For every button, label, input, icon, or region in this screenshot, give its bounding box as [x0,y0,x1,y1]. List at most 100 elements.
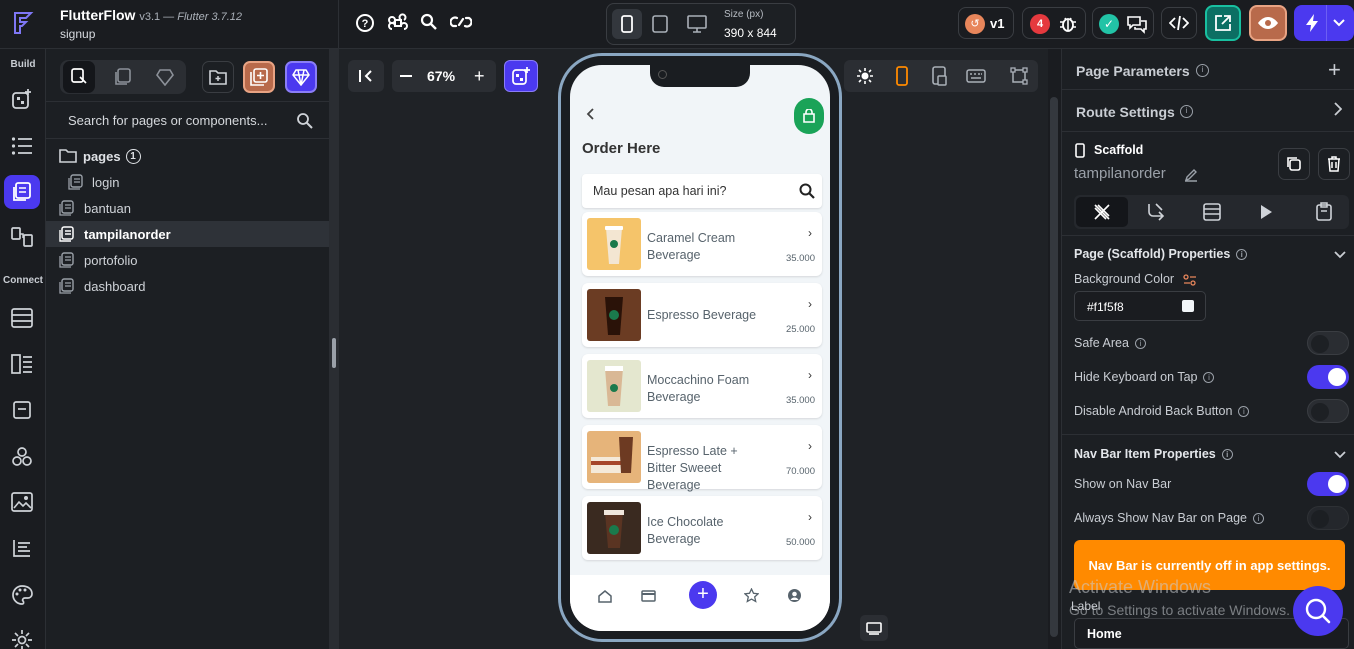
disable-back-toggle[interactable] [1307,399,1349,423]
back-arrow-icon[interactable] [586,108,596,120]
desktop-device-button[interactable] [687,15,707,33]
panel-splitter[interactable] [329,49,339,649]
pages-mode-icon[interactable] [63,61,95,93]
splitter-handle[interactable] [332,338,336,368]
storyboard-icon[interactable] [9,224,35,250]
route-settings-row[interactable]: Route Settings i [1062,90,1354,132]
bounding-box-icon[interactable] [1010,67,1028,85]
delete-trash-icon[interactable] [1318,148,1350,180]
duplicate-icon[interactable] [1278,148,1310,180]
navbar-properties-title[interactable]: Nav Bar Item Properties i [1074,447,1233,461]
preview-eye-icon[interactable] [1249,5,1287,41]
chat-support-icon[interactable] [1293,586,1343,636]
product-card[interactable]: Ice Chocolate Beverage › 50.000 [582,496,822,560]
page-search-input[interactable]: Search for pages or components... [68,113,267,128]
size-value[interactable]: 390 x 844 [724,26,777,40]
page-item-dashboard[interactable]: dashboard [46,273,329,299]
keyboard-icon[interactable] [966,69,986,83]
status-chip[interactable]: ✓ [1092,7,1154,39]
label-field-value[interactable]: Home [1087,627,1122,641]
storage-icon[interactable] [9,397,35,423]
add-folder-icon[interactable] [202,61,234,93]
zoom-level[interactable]: 67% [427,68,455,84]
code-icon[interactable] [1161,7,1197,39]
scrollbar-thumb[interactable] [1050,97,1058,637]
settings-gear-icon[interactable] [9,627,35,649]
flutterflow-logo-icon[interactable] [10,10,36,36]
pages-folder[interactable]: pages 1 [46,143,329,169]
tab-backend-query-icon[interactable] [1202,202,1222,222]
media-assets-icon[interactable] [9,489,35,515]
background-color-field[interactable]: #f1f5f8 [1074,291,1206,321]
chevron-down-icon[interactable] [1333,18,1345,28]
tab-actions-icon[interactable] [1146,202,1166,222]
version-chip[interactable]: ↺ v1 [958,7,1014,39]
product-card[interactable]: Caramel Cream Beverage › 35.000 [582,212,822,276]
tab-state-icon[interactable] [1315,202,1333,222]
add-widget-icon[interactable] [9,86,35,112]
add-page-icon[interactable] [243,61,275,93]
add-widget-canvas-icon[interactable] [504,60,538,92]
product-card[interactable]: Espresso Late + Bitter Sweeet Beverage ›… [582,425,822,492]
product-card[interactable]: Espresso Beverage › 25.000 [582,283,822,347]
product-card[interactable]: Moccachino Foam Beverage › 35.000 [582,354,822,418]
order-search-field[interactable]: Mau pesan apa hari ini? [582,174,822,208]
always-show-navbar-row: Always Show Nav Bar on Page i [1074,511,1265,525]
zoom-in-icon[interactable]: + [474,67,485,85]
product-name: Espresso Late + Bitter Sweeet Beverage [647,444,738,492]
add-parameter-icon[interactable]: + [1328,57,1341,83]
search-icon[interactable] [420,13,438,31]
page-item-login[interactable]: login [46,169,329,195]
page-parameters-row[interactable]: Page Parameters i + [1062,49,1354,90]
background-color-value[interactable]: #f1f5f8 [1087,300,1124,314]
link-icon[interactable] [450,13,472,31]
tablet-device-button[interactable] [652,15,668,33]
help-icon[interactable]: ? [355,13,375,33]
run-button[interactable] [1294,5,1354,41]
light-mode-icon[interactable] [856,67,874,85]
responsive-icon[interactable] [932,66,948,86]
credit-card-icon[interactable] [641,590,656,602]
home-icon[interactable] [598,589,612,603]
widget-tree-icon[interactable] [9,133,35,159]
open-external-icon[interactable] [1205,5,1241,41]
custom-code-icon[interactable] [9,535,35,561]
color-settings-icon[interactable] [1182,274,1197,286]
page-item-bantuan[interactable]: bantuan [46,195,329,221]
data-types-icon[interactable] [9,351,35,377]
database-icon[interactable] [9,305,35,331]
phone-device-button[interactable] [612,9,642,39]
zoom-out-icon[interactable] [400,75,412,77]
safe-area-toggle[interactable] [1307,331,1349,355]
phone-preview-icon[interactable] [896,66,908,86]
page-item-tampilanorder[interactable]: tampilanorder [46,221,329,247]
tab-properties-icon[interactable] [1076,197,1128,227]
theme-palette-icon[interactable] [9,582,35,608]
chevron-down-icon[interactable] [1334,251,1346,259]
library-mode-icon[interactable] [149,61,181,93]
always-show-navbar-toggle[interactable] [1307,506,1349,530]
page-item-portofolio[interactable]: portofolio [46,247,329,273]
scaffold-properties-title[interactable]: Page (Scaffold) Properties i [1074,247,1248,261]
star-icon[interactable] [744,588,759,603]
add-fab-icon[interactable]: + [689,581,717,609]
project-name[interactable]: signup [60,27,95,41]
profile-icon[interactable] [787,588,802,603]
command-icon[interactable] [388,13,408,33]
cart-bag-icon[interactable] [794,98,824,134]
tab-animations-play-icon[interactable] [1259,204,1273,220]
templates-diamond-icon[interactable] [285,61,317,93]
color-swatch[interactable] [1182,300,1194,312]
page-search-bar[interactable]: Search for pages or components... [46,101,329,139]
integrations-icon[interactable] [9,444,35,470]
page-selector-icon[interactable] [4,175,40,209]
issues-chip[interactable]: 4 [1022,7,1086,39]
chevron-down-icon[interactable] [1334,451,1346,459]
canvas-scrollbar[interactable] [1048,49,1061,649]
edit-pencil-icon[interactable] [1184,168,1198,182]
show-navbar-toggle[interactable] [1307,472,1349,496]
hide-keyboard-toggle[interactable] [1307,365,1349,389]
collapse-panel-icon[interactable] [348,60,384,92]
fullscreen-icon[interactable] [860,615,888,641]
components-mode-icon[interactable] [107,61,139,93]
